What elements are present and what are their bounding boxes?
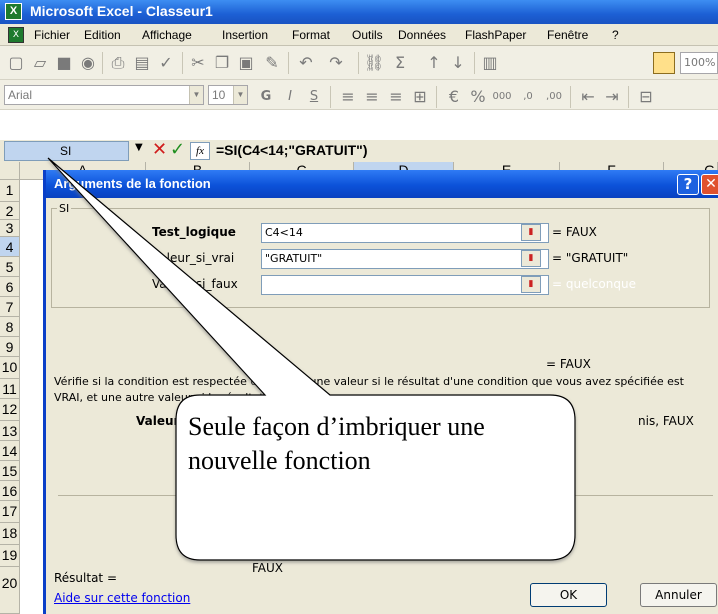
callout-text: Seule façon d’imbriquer une nouvelle fon… [188,412,485,475]
callout-bubble [47,157,576,561]
